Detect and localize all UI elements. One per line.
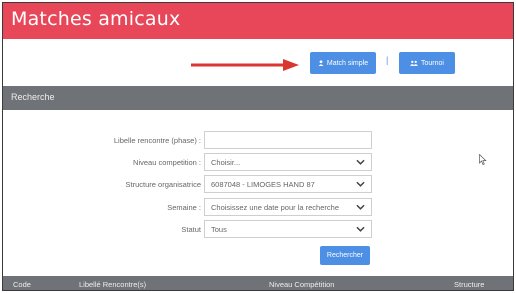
- match-simple-button[interactable]: Match simple: [310, 52, 376, 74]
- niveau-selected-value: Choisir...: [211, 158, 241, 167]
- results-table-header: Code Libellé Rencontre(s) Niveau Compéti…: [3, 276, 513, 290]
- structure-select[interactable]: 6087048 - LIMOGES HAND 87: [204, 175, 372, 193]
- structure-selected-value: 6087048 - LIMOGES HAND 87: [211, 180, 315, 189]
- niveau-label: Niveau competition :: [133, 158, 201, 167]
- rechercher-button[interactable]: Rechercher: [320, 246, 370, 265]
- red-arrow-annotation: [191, 59, 299, 71]
- niveau-select[interactable]: Choisir...: [204, 153, 372, 171]
- chevron-down-icon: [356, 204, 365, 210]
- tournoi-button[interactable]: Tournoi: [399, 52, 455, 74]
- toolbar-separator: |: [386, 55, 389, 65]
- page-header: Matches amicaux: [3, 3, 513, 39]
- structure-label: Structure organisatrice: [125, 180, 201, 189]
- user-icon: [318, 60, 324, 66]
- tournoi-label: Tournoi: [421, 59, 444, 67]
- libelle-row: Libelle rencontre (phase) :: [3, 131, 513, 151]
- toolbar: Match simple | Tournoi: [3, 39, 513, 86]
- semaine-selected-value: Choisissez une date pour la recherche: [211, 203, 339, 212]
- semaine-label: Semaine :: [167, 203, 201, 212]
- page-title: Matches amicaux: [11, 8, 181, 30]
- libelle-label: Libelle rencontre (phase) :: [113, 136, 201, 145]
- rechercher-label: Rechercher: [326, 252, 364, 259]
- statut-label: Statut: [181, 225, 201, 234]
- column-header-niveau[interactable]: Niveau Compétition: [269, 280, 334, 289]
- column-header-structure[interactable]: Structure: [454, 280, 484, 289]
- mouse-cursor-icon: [479, 154, 487, 165]
- search-section-title: Recherche: [11, 92, 55, 102]
- chevron-down-icon: [356, 159, 365, 165]
- statut-row: Statut Tous: [3, 220, 513, 240]
- search-section-header: Recherche: [3, 86, 513, 110]
- statut-selected-value: Tous: [211, 225, 227, 234]
- column-header-libelle[interactable]: Libellé Rencontre(s): [79, 280, 146, 289]
- structure-row: Structure organisatrice 6087048 - LIMOGE…: [3, 175, 513, 195]
- chevron-down-icon: [356, 226, 365, 232]
- match-simple-label: Match simple: [326, 59, 369, 67]
- statut-select[interactable]: Tous: [204, 220, 372, 238]
- niveau-row: Niveau competition : Choisir...: [3, 153, 513, 173]
- libelle-input[interactable]: [204, 131, 372, 149]
- semaine-select[interactable]: Choisissez une date pour la recherche: [204, 198, 372, 216]
- column-header-code[interactable]: Code: [13, 280, 31, 289]
- users-icon: [410, 60, 419, 66]
- semaine-row: Semaine : Choisissez une date pour la re…: [3, 198, 513, 218]
- app-window: Matches amicaux Match simple | Tournoi R…: [2, 2, 514, 291]
- chevron-down-icon: [356, 181, 365, 187]
